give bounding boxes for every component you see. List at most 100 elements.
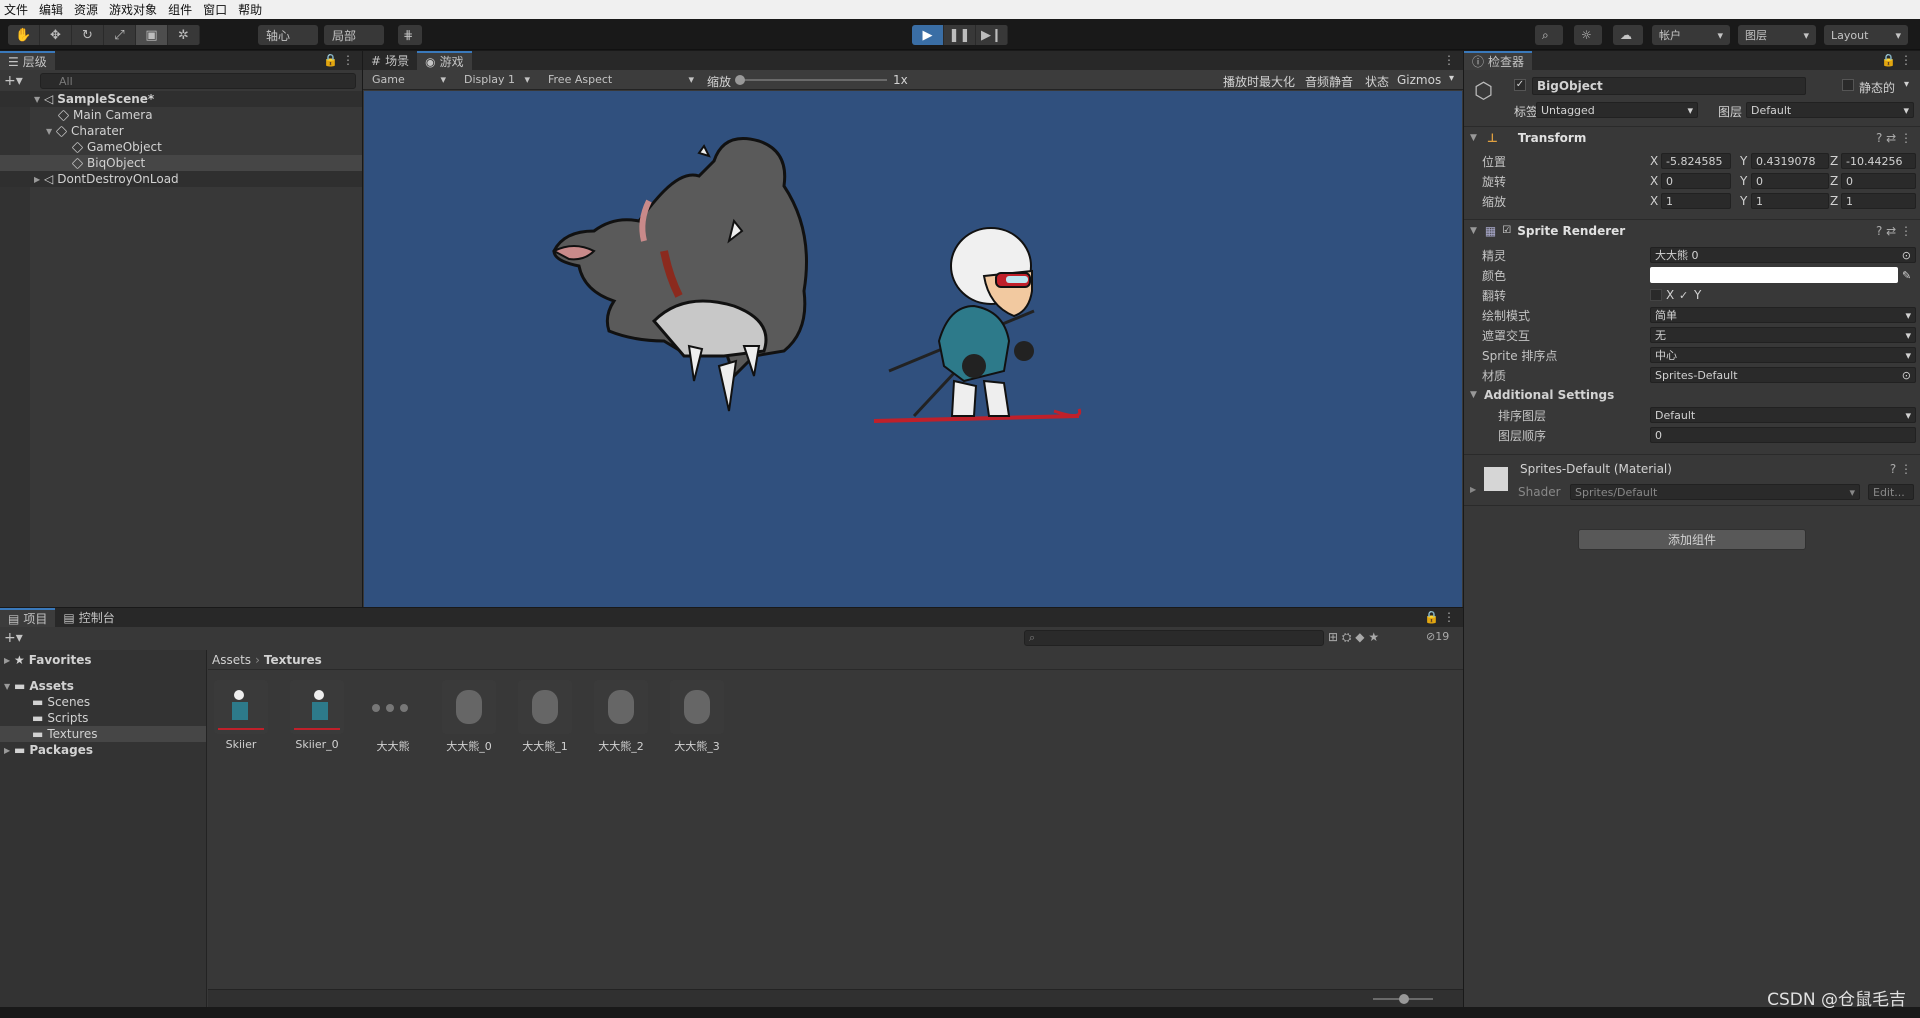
menu-window[interactable]: 窗口 — [203, 1, 227, 18]
position-x-input[interactable]: -5.824585 — [1661, 153, 1731, 169]
step-icon[interactable]: ▶❙ — [976, 25, 1008, 45]
tab-scene[interactable]: # 场景 — [363, 51, 417, 70]
sprite-field[interactable]: 大大熊 0 ⊙ — [1650, 247, 1916, 263]
add-icon[interactable]: +▾ — [4, 73, 23, 89]
rect-tool-icon[interactable]: ▣ — [136, 25, 168, 45]
aspect-dropdown[interactable]: Free Aspect ▾ — [541, 71, 701, 88]
rotation-z-input[interactable]: 0 — [1841, 173, 1916, 189]
scale-slider[interactable] — [735, 75, 887, 85]
tree-item-textures[interactable]: ▬ Textures — [0, 726, 206, 742]
component-menu-icon[interactable]: ? ⇄ ⋮ — [1876, 131, 1912, 145]
asset-item[interactable]: 大大熊_3 — [666, 680, 728, 754]
sort-point-dropdown[interactable]: 中心 ▾ — [1650, 347, 1916, 363]
menu-edit[interactable]: 编辑 — [39, 1, 63, 18]
rotation-y-input[interactable]: 0 — [1751, 173, 1829, 189]
project-search-input[interactable]: ⌕ — [1024, 630, 1324, 646]
asset-item[interactable]: 大大熊 — [362, 680, 424, 754]
draw-mode-dropdown[interactable]: 简单 ▾ — [1650, 307, 1916, 323]
expand-arrow-icon[interactable]: ▶ — [34, 175, 44, 184]
more-icon[interactable]: 🔒 ⋮ — [1424, 610, 1455, 624]
sprite-renderer-header[interactable]: ▼ ▦ ☑ Sprite Renderer ? ⇄ ⋮ — [1464, 219, 1920, 241]
expand-arrow-icon[interactable]: ▶ — [1470, 485, 1476, 494]
sorting-layer-dropdown[interactable]: Default ▾ — [1650, 407, 1916, 423]
enabled-checkbox[interactable]: ☑ — [1502, 225, 1511, 236]
menu-component[interactable]: 组件 — [168, 1, 192, 18]
hierarchy-item-gameobject[interactable]: GameObject — [0, 139, 362, 155]
asset-item[interactable]: 大大熊_0 — [438, 680, 500, 754]
asset-item[interactable]: 大大熊_1 — [514, 680, 576, 754]
maximize-on-play-button[interactable]: 播放时最大化 — [1223, 73, 1295, 90]
scale-tool-icon[interactable]: ⤢ — [104, 25, 136, 45]
eyedropper-icon[interactable]: ✎ — [1902, 269, 1911, 282]
component-menu-icon[interactable]: ? ⇄ ⋮ — [1876, 224, 1912, 238]
expand-arrow-icon[interactable]: ▼ — [34, 95, 44, 104]
game-mode-dropdown[interactable]: Game ▾ — [365, 71, 453, 88]
move-tool-icon[interactable]: ✥ — [40, 25, 72, 45]
layer-dropdown[interactable]: Default ▾ — [1746, 102, 1914, 118]
rotate-tool-icon[interactable]: ↻ — [72, 25, 104, 45]
expand-arrow-icon[interactable]: ▶ — [4, 746, 14, 755]
breadcrumb-assets[interactable]: Assets — [212, 653, 251, 667]
static-checkbox[interactable] — [1842, 79, 1854, 91]
more-icon[interactable]: ⋮ — [1443, 53, 1455, 67]
play-icon[interactable]: ▶ — [912, 25, 944, 45]
local-toggle[interactable]: 局部 — [324, 25, 384, 45]
chevron-down-icon[interactable]: ▾ — [1904, 79, 1909, 90]
filter-icons[interactable]: ⊞ ⛭ ◆ ★ — [1328, 630, 1379, 645]
scale-y-input[interactable]: 1 — [1751, 193, 1829, 209]
object-picker-icon[interactable]: ⊙ — [1902, 369, 1911, 382]
additional-settings-row[interactable]: ▼ Additional Settings — [1464, 386, 1920, 404]
menu-file[interactable]: 文件 — [4, 1, 28, 18]
asset-item[interactable]: Skiier_0 — [286, 680, 348, 751]
layout-dropdown[interactable]: Layout ▾ — [1824, 25, 1908, 45]
hierarchy-item-main-camera[interactable]: Main Camera — [0, 107, 362, 123]
shader-dropdown[interactable]: Sprites/Default ▾ — [1570, 484, 1860, 500]
more-icon[interactable]: 🔒 ⋮ — [323, 53, 354, 67]
order-input[interactable]: 0 — [1650, 427, 1916, 443]
cloud-icon[interactable]: ☁ — [1613, 25, 1643, 45]
shader-edit-button[interactable]: Edit... — [1868, 484, 1914, 500]
settings-icon[interactable]: ☼ — [1574, 25, 1602, 45]
pause-icon[interactable]: ❚❚ — [944, 25, 976, 45]
tree-item-scenes[interactable]: ▬ Scenes — [0, 694, 206, 710]
gizmos-button[interactable]: Gizmos — [1397, 73, 1441, 87]
tab-console[interactable]: ▤ 控制台 — [55, 608, 122, 627]
hand-tool-icon[interactable]: ✋ — [8, 25, 40, 45]
tab-hierarchy[interactable]: ☰ 层级 — [0, 51, 55, 70]
material-field[interactable]: Sprites-Default ⊙ — [1650, 367, 1916, 383]
chevron-down-icon[interactable]: ▾ — [1449, 73, 1454, 84]
display-dropdown[interactable]: Display 1 ▾ — [457, 71, 537, 88]
tree-item-assets[interactable]: ▼ ▬ Assets — [0, 678, 206, 694]
expand-arrow-icon[interactable]: ▼ — [4, 682, 14, 691]
expand-arrow-icon[interactable]: ▼ — [46, 127, 56, 136]
position-y-input[interactable]: 0.4319078 — [1751, 153, 1829, 169]
grid-snap-icon[interactable]: ⋕ — [398, 25, 422, 45]
scale-z-input[interactable]: 1 — [1841, 193, 1916, 209]
tag-dropdown[interactable]: Untagged ▾ — [1536, 102, 1698, 118]
custom-tool-icon[interactable]: ✲ — [168, 25, 200, 45]
collapse-arrow-icon[interactable]: ▼ — [1470, 133, 1477, 143]
asset-item[interactable]: 大大熊_2 — [590, 680, 652, 754]
flip-x-checkbox[interactable] — [1650, 289, 1662, 301]
tab-project[interactable]: ▤ 项目 — [0, 608, 56, 627]
tree-item-favorites[interactable]: ▶ ★ Favorites — [0, 652, 206, 668]
object-name-input[interactable]: BigObject — [1532, 77, 1806, 95]
hierarchy-item-scene[interactable]: ▼ ◁ SampleScene* — [0, 91, 362, 107]
pivot-toggle[interactable]: 轴心 — [258, 25, 318, 45]
hierarchy-search-input[interactable]: All — [40, 73, 356, 89]
stats-button[interactable]: 状态 — [1365, 73, 1389, 90]
tree-item-packages[interactable]: ▶ ▬ Packages — [0, 742, 206, 758]
hierarchy-item-dontdestroy[interactable]: ▶ ◁ DontDestroyOnLoad — [0, 171, 362, 187]
slider-handle[interactable] — [735, 75, 745, 85]
add-component-button[interactable]: 添加组件 — [1578, 529, 1806, 550]
component-menu-icon[interactable]: ? ⋮ — [1890, 462, 1912, 476]
collapse-arrow-icon[interactable]: ▼ — [1470, 226, 1477, 236]
transform-header[interactable]: ▼ ⊥ Transform ? ⇄ ⋮ — [1464, 126, 1920, 148]
slider-handle[interactable] — [1399, 994, 1409, 1004]
hidden-count-icon[interactable]: ⊘19 — [1426, 630, 1449, 643]
color-swatch[interactable] — [1650, 267, 1898, 283]
mute-audio-button[interactable]: 音频静音 — [1305, 73, 1353, 90]
menu-gameobject[interactable]: 游戏对象 — [109, 1, 157, 18]
search-icon[interactable]: ⌕ — [1535, 25, 1563, 45]
hierarchy-item-charater[interactable]: ▼ Charater — [0, 123, 362, 139]
